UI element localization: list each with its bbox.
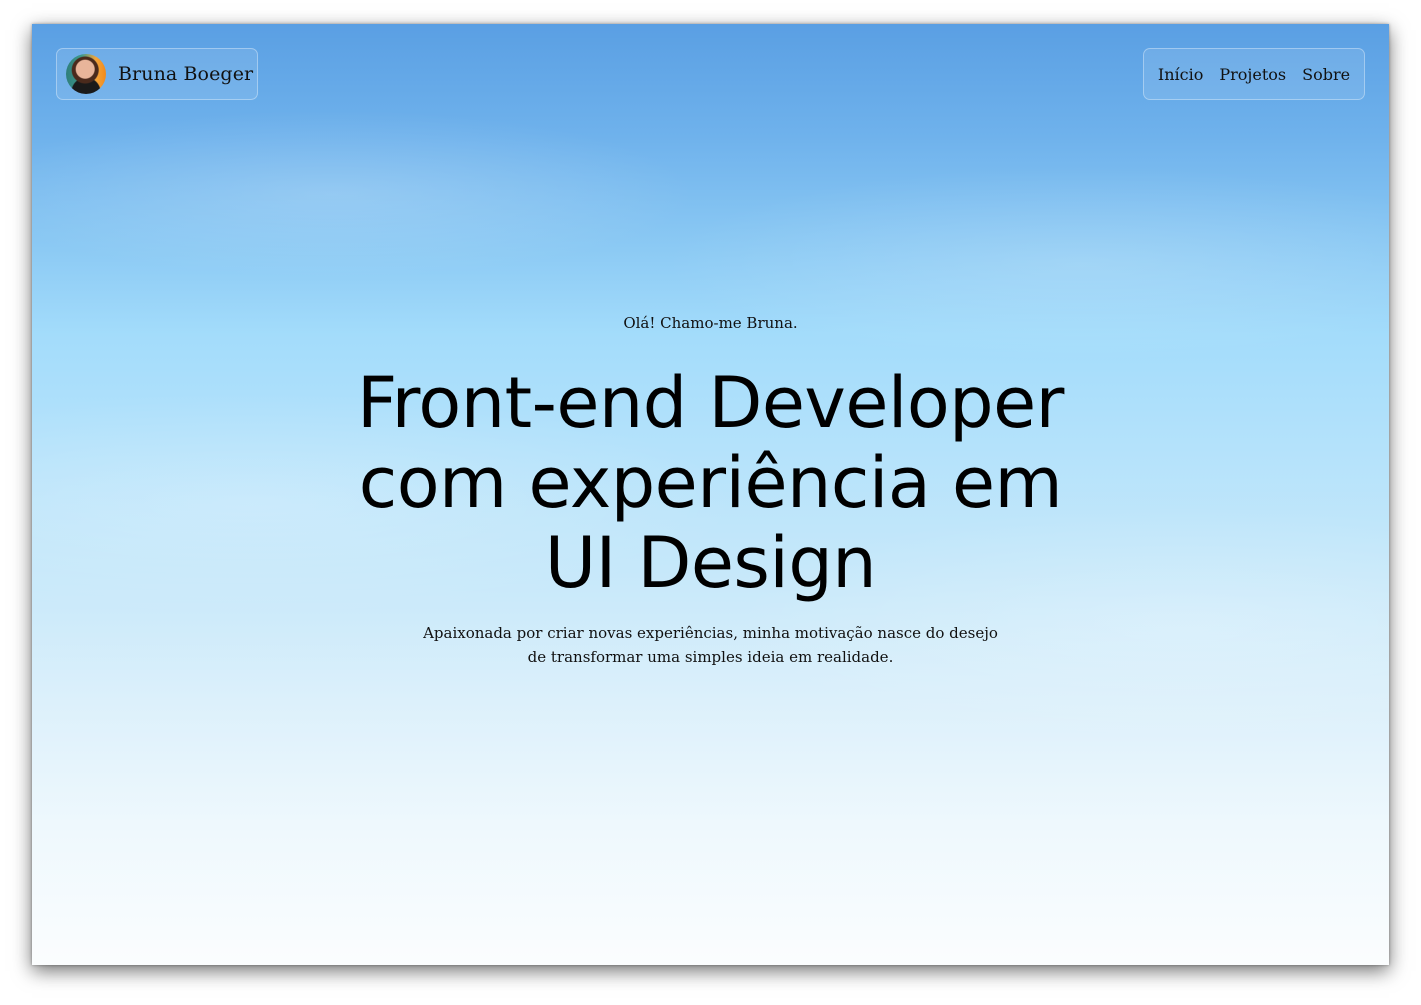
subtitle-line: Apaixonada por criar novas experiências,… <box>423 624 998 642</box>
brand-home-link[interactable]: Bruna Boeger <box>56 48 258 100</box>
avatar <box>66 54 106 94</box>
brand-name: Bruna Boeger <box>118 63 254 85</box>
headline-line: UI Design <box>544 522 877 604</box>
nav-link-inicio[interactable]: Início <box>1158 65 1203 84</box>
hero-subtitle: Apaixonada por criar novas experiências,… <box>391 621 1031 669</box>
subtitle-line: de transformar uma simples ideia em real… <box>527 648 894 666</box>
hero-greeting: Olá! Chamo-me Bruna. <box>623 314 798 332</box>
headline-line: com experiência em <box>358 442 1063 524</box>
nav-link-projetos[interactable]: Projetos <box>1219 65 1286 84</box>
hero-headline: Front-end Developer com experiência em U… <box>261 363 1161 603</box>
headline-line: Front-end Developer <box>357 362 1064 444</box>
main-nav: Início Projetos Sobre <box>1143 48 1365 100</box>
nav-link-sobre[interactable]: Sobre <box>1302 65 1350 84</box>
hero-section: Olá! Chamo-me Bruna. Front-end Developer… <box>32 314 1389 669</box>
page-window: Bruna Boeger Início Projetos Sobre Olá! … <box>32 24 1389 965</box>
